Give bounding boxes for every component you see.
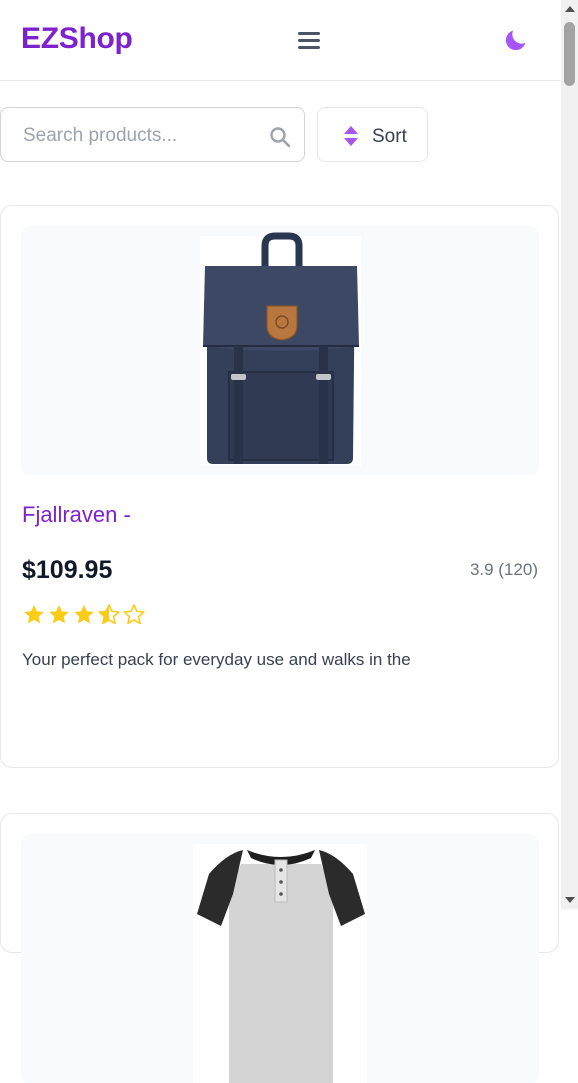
star-filled-icon	[74, 605, 94, 624]
star-half-icon	[98, 604, 120, 625]
scroll-down-arrow-icon[interactable]	[565, 897, 575, 903]
star-filled-icon	[49, 605, 69, 624]
brand-logo[interactable]: EZShop	[21, 22, 133, 56]
raglan-shirt-image	[193, 844, 367, 1083]
star-filled-icon	[24, 605, 44, 624]
sort-arrows-icon	[344, 126, 358, 146]
scroll-up-arrow-icon[interactable]	[565, 6, 575, 12]
hamburger-menu-icon[interactable]	[297, 29, 321, 51]
product-price: $109.95	[22, 556, 113, 584]
product-image-container[interactable]	[21, 834, 539, 1083]
star-rating	[22, 603, 146, 627]
scrollbar-thumb[interactable]	[564, 22, 575, 86]
sort-button[interactable]: Sort	[317, 107, 428, 162]
product-image-container[interactable]	[21, 226, 539, 475]
product-rating-text: 3.9 (120)	[469, 560, 538, 579]
backpack-image	[200, 232, 361, 466]
sort-label: Sort	[372, 126, 407, 147]
vertical-scrollbar[interactable]	[561, 0, 578, 909]
moon-icon[interactable]	[502, 26, 530, 54]
product-description: Your perfect pack for everyday use and w…	[22, 650, 411, 669]
search-input[interactable]	[21, 122, 255, 150]
product-title[interactable]: Fjallraven -	[22, 502, 131, 528]
app-header: EZShop	[0, 0, 560, 81]
search-box[interactable]	[0, 107, 305, 162]
product-card[interactable]: Fjallraven - $109.95 3.9 (120) Your perf…	[0, 205, 559, 768]
product-card[interactable]	[0, 813, 559, 1083]
star-empty-icon	[123, 604, 145, 625]
search-icon[interactable]	[268, 125, 292, 149]
